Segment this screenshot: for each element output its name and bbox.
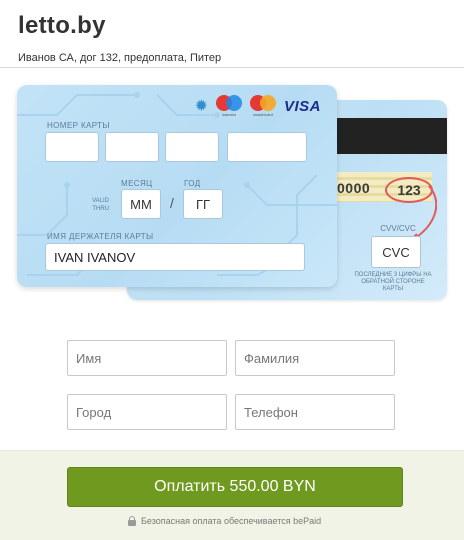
signature-digits: 0000 (337, 180, 371, 196)
card-brand-logos: ✹ maestro mastercard VISA (195, 95, 321, 117)
month-label: МЕСЯЦ (121, 179, 153, 188)
date-separator: / (170, 195, 174, 211)
shop-title: letto.by (18, 12, 106, 39)
magnetic-stripe (337, 118, 447, 154)
header: letto.by Иванов СА, дог 132, предоплата,… (0, 0, 464, 68)
first-name-input[interactable] (67, 340, 227, 376)
last-name-input[interactable] (235, 340, 395, 376)
card-number-group-2[interactable] (105, 132, 159, 162)
card-front: ✹ maestro mastercard VISA НОМЕР КАРТЫ МЕ… (17, 85, 337, 287)
expiry-month-input[interactable] (121, 189, 161, 219)
cvv-hint: ПОСЛЕДНИЕ 3 ЦИФРЫ НА ОБРАТНОЙ СТОРОНЕ КА… (354, 272, 432, 292)
lock-icon (128, 516, 136, 526)
gear-icon: ✹ (194, 98, 208, 115)
cvc-input[interactable] (371, 236, 421, 268)
card-number-group-1[interactable] (45, 132, 99, 162)
payment-page: letto.by Иванов СА, дог 132, предоплата,… (0, 0, 464, 540)
city-input[interactable] (67, 394, 227, 430)
card-number-group-4[interactable] (227, 132, 307, 162)
visa-logo: VISA (283, 97, 321, 115)
card-number-group-3[interactable] (165, 132, 219, 162)
expiry-year-input[interactable] (183, 189, 223, 219)
secure-text: Безопасная оплата обеспечивается bePaid (141, 516, 322, 526)
maestro-logo: maestro (215, 95, 242, 117)
pay-button[interactable]: Оплатить 550.00 BYN (67, 467, 403, 507)
order-description: Иванов СА, дог 132, предоплата, Питер (18, 52, 222, 64)
cvv-label: CVV/CVC (380, 224, 416, 233)
year-label: ГОД (184, 179, 201, 188)
card-number-label: НОМЕР КАРТЫ (47, 121, 110, 130)
mastercard-logo: mastercard (249, 95, 276, 117)
valid-thru-label: VALID THRU (92, 198, 109, 212)
secure-payment-note: Безопасная оплата обеспечивается bePaid (128, 516, 321, 526)
cardholder-label: ИМЯ ДЕРЖАТЕЛЯ КАРТЫ (47, 232, 154, 241)
payment-footer: Оплатить 550.00 BYN Безопасная оплата об… (0, 450, 464, 540)
phone-input[interactable] (235, 394, 395, 430)
cardholder-input[interactable] (45, 243, 305, 271)
